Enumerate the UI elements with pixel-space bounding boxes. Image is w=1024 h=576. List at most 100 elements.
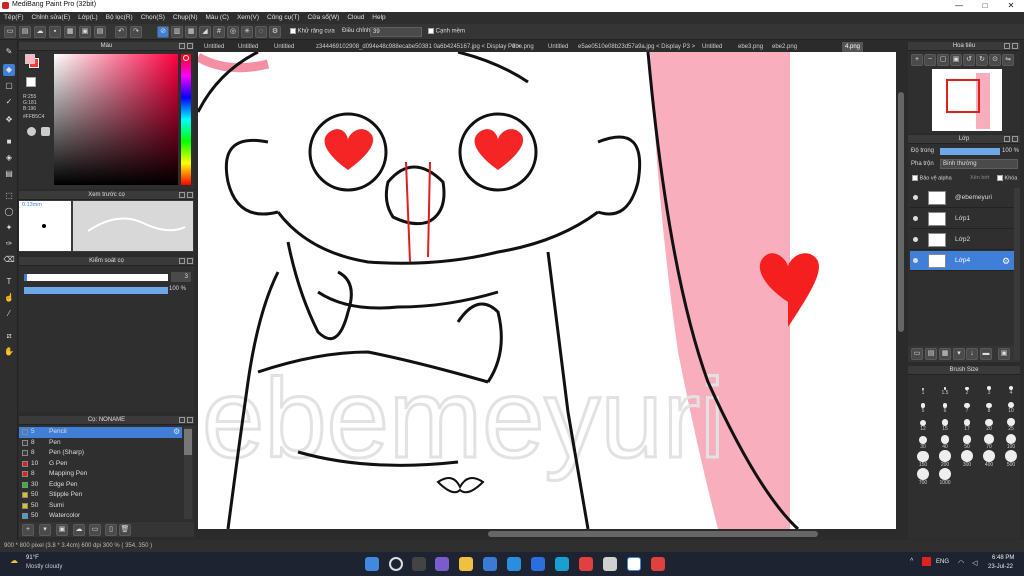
panel-close-icon[interactable] (187, 192, 193, 198)
protect-alpha-checkbox[interactable] (912, 175, 918, 181)
move-layer-down-icon[interactable]: ↓ (966, 348, 978, 360)
brush-size-preset[interactable]: 150 (912, 450, 934, 468)
blend-mode-select[interactable]: Bình thường (940, 159, 1018, 169)
add-brush-icon[interactable]: + (22, 524, 34, 536)
brush-size-value[interactable]: 3 (171, 272, 191, 282)
medibang-icon[interactable] (627, 557, 641, 571)
brush-size-preset[interactable]: 500 (1000, 450, 1022, 468)
panel-float-icon[interactable] (179, 258, 185, 264)
operation-tool-icon[interactable]: ☝ (3, 292, 15, 304)
navigator-viewport[interactable] (946, 79, 980, 113)
menu-edit[interactable]: Chỉnh sửa(E) (28, 12, 75, 24)
brush-list-item[interactable]: 5 Pencil ⚙ (19, 427, 182, 438)
undo-icon[interactable]: ↶ (115, 26, 127, 38)
brush-size-preset[interactable]: 17 (956, 415, 978, 432)
brush-size-preset[interactable]: 20 (978, 415, 1000, 432)
magic-wand-icon[interactable]: ✦ (3, 222, 15, 234)
panel-float-icon[interactable] (1004, 136, 1010, 142)
saturation-value-picker[interactable] (54, 54, 178, 185)
weather-desc[interactable]: Mostly cloudy (26, 564, 62, 570)
brush-size-preset[interactable]: 1 (912, 379, 934, 396)
menu-capture[interactable]: Chụp(N) (169, 12, 202, 24)
select-tool-icon[interactable]: ⬚ (3, 190, 15, 202)
lock-checkbox[interactable] (997, 175, 1003, 181)
correction-tool-icon[interactable]: ✓ (3, 96, 15, 108)
brush-copy-icon[interactable]: ▭ (89, 524, 101, 536)
visibility-eye-icon[interactable] (913, 195, 918, 200)
layer-folder-icon[interactable]: ▬ (980, 348, 992, 360)
tab-ebe2[interactable]: ebe2.png (772, 42, 797, 52)
brush-list-item[interactable]: 50 Watercolor (19, 511, 193, 522)
transparent-swatch[interactable] (26, 77, 36, 87)
layer-list-scrollbar[interactable] (1014, 188, 1020, 360)
teams-icon[interactable] (435, 557, 449, 571)
brush-size-preset[interactable]: 700 (912, 468, 934, 486)
visibility-eye-icon[interactable] (913, 216, 918, 221)
panel-close-icon[interactable] (187, 258, 193, 264)
tab-untitled-3[interactable]: Untitled (274, 42, 294, 52)
brush-list-item[interactable]: 8 Pen (Sharp) (19, 448, 193, 459)
secondary-color-swatch[interactable] (25, 54, 35, 64)
menu-file[interactable]: Tệp(F) (0, 12, 28, 24)
panel-close-icon[interactable] (1012, 43, 1018, 49)
weather-temp[interactable]: 91°F (26, 555, 39, 561)
nav-actual-size-icon[interactable]: ▣ (950, 54, 962, 66)
brush-size-preset[interactable]: 25 (1000, 415, 1022, 432)
nav-flip-icon[interactable]: ⇋ (1002, 54, 1014, 66)
panel-float-icon[interactable] (179, 417, 185, 423)
soft-edge-checkbox[interactable] (428, 28, 434, 34)
share-icon[interactable]: ▦ (64, 26, 76, 38)
brush-size-preset[interactable]: 6 (934, 397, 956, 414)
layer-row-1[interactable]: Lớp1 (910, 209, 1014, 229)
brush-list-item[interactable]: 8 Pen (19, 438, 193, 449)
menu-select[interactable]: Chọn(S) (137, 12, 169, 24)
brush-list-item[interactable]: 30 Edge Pen (19, 480, 193, 491)
brush-size-preset[interactable]: 10 (1000, 397, 1022, 414)
drawing-canvas[interactable]: ebemeyuri (198, 52, 896, 529)
tab-ebe[interactable]: ebe.png (512, 42, 534, 52)
lasso-tool-icon[interactable]: ◯ (3, 206, 15, 218)
brush-size-preset[interactable]: 200 (934, 450, 956, 468)
navigator-thumbnail[interactable] (932, 69, 1002, 131)
snap-grid-icon[interactable]: # (213, 26, 225, 38)
layer-row-4[interactable]: Lớp4 ⚙ (910, 251, 1014, 271)
tab-4png[interactable]: 4.png (842, 42, 864, 52)
menu-cloud[interactable]: Cloud (343, 12, 368, 24)
zalo-icon[interactable] (507, 557, 521, 571)
duplicate-layer-icon[interactable]: ▣ (998, 348, 1010, 360)
minimize-button[interactable]: — (946, 0, 972, 12)
add-halftone-layer-icon[interactable]: ▤ (925, 348, 937, 360)
eyedropper-icon[interactable]: ⁄ (3, 308, 15, 320)
tab-jpg-2[interactable]: e5ae0510e08b23d57a9a.jpg < Display P3 > (578, 42, 695, 52)
brush-size-preset[interactable]: 70 (978, 433, 1000, 450)
volume-icon[interactable]: ◁ (972, 559, 977, 567)
brush-list-item[interactable]: 50 Sumi (19, 501, 193, 512)
clock-date[interactable]: 23-Jul-22 (988, 564, 1013, 570)
select-pen-icon[interactable]: ✑ (3, 238, 15, 250)
save-icon[interactable]: ▪ (49, 26, 61, 38)
redo-icon[interactable]: ↷ (130, 26, 142, 38)
menu-view[interactable]: Xem(V) (233, 12, 263, 24)
mail-icon[interactable] (483, 557, 497, 571)
dot-tool-icon[interactable]: ▢ (3, 80, 15, 92)
vertical-scroll-thumb[interactable] (898, 92, 904, 332)
print-icon[interactable]: ▤ (94, 26, 106, 38)
brush-list-item[interactable]: 10 G Pen (19, 459, 193, 470)
tab-ebe3[interactable]: ebe3.png (738, 42, 763, 52)
nav-reset-icon[interactable]: ⊙ (989, 54, 1001, 66)
brush-size-preset[interactable]: 30 (912, 433, 934, 450)
fill-shape-icon[interactable]: ■ (3, 136, 15, 148)
move-tool-icon[interactable]: ✥ (3, 114, 15, 126)
tab-untitled-5[interactable]: Untitled (702, 42, 722, 52)
nav-rotate-right-icon[interactable]: ↻ (976, 54, 988, 66)
select-eraser-icon[interactable]: ⌫ (3, 254, 15, 266)
brush-list-item[interactable]: 8 Mapping Pen (19, 469, 193, 480)
divide-tool-icon[interactable]: ⧄ (3, 330, 15, 342)
menu-help[interactable]: Help (368, 12, 389, 24)
snap-circle-icon[interactable]: ◎ (227, 26, 239, 38)
menu-window[interactable]: Cửa sổ(W) (304, 12, 344, 24)
vietkey-icon[interactable] (922, 557, 931, 566)
brush-size-preset[interactable]: 1.5 (934, 379, 956, 396)
brush-size-preset[interactable]: 8 (978, 397, 1000, 414)
clock-time[interactable]: 6:48 PM (992, 555, 1014, 561)
